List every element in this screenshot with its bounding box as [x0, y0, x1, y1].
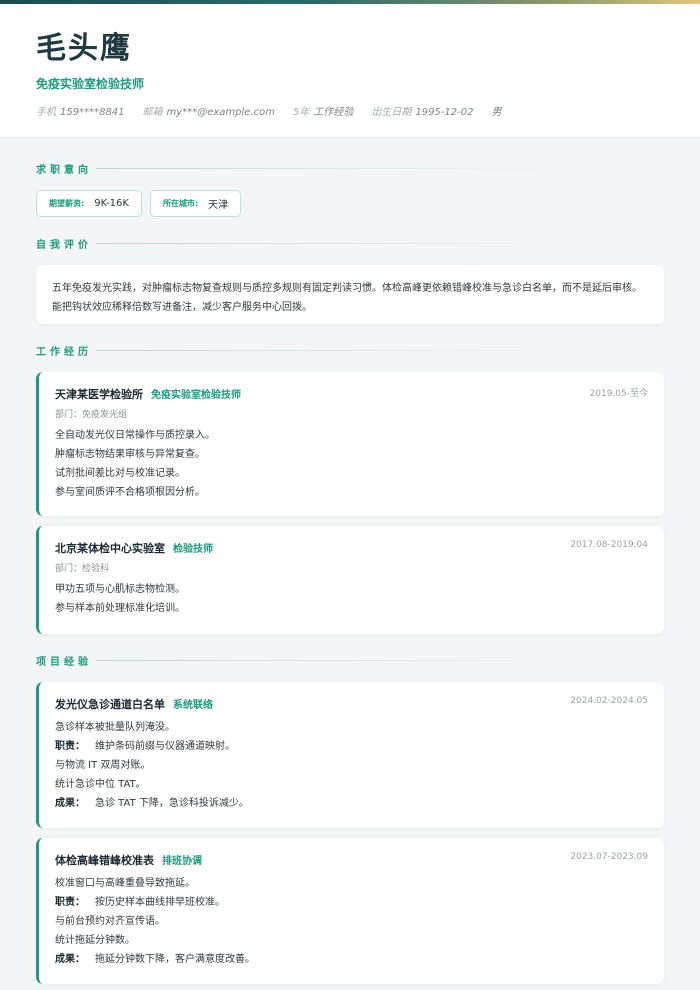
work-duties: 甲功五项与心肌标志物检测。 参与样本前处理标准化培训。: [55, 580, 649, 618]
project-duty: 职责： 维护条码前缀与仪器通道映射。: [55, 741, 235, 752]
project-result: 成果： 拖延分钟数下降，客户满意度改善。: [55, 954, 255, 965]
duty-line: 肿瘤标志物结果审核与异常复查。: [55, 449, 205, 460]
project-date: 2023.07-2023.09: [570, 852, 648, 862]
self-evaluation-card: 五年免疫发光实践，对肿瘤标志物复查规则与质控多规则有固定判读习惯。体检高峰更依赖…: [36, 265, 664, 324]
work-date: 2017.08-2019.04: [570, 540, 648, 550]
phone-field: 手机 159****8841: [36, 107, 125, 118]
section-title-projects: 项目经验: [36, 653, 664, 668]
work-entry: 天津某医学检验所 免疫实验室检验技师 2019.05-至今 部门：免疫发光组 全…: [36, 372, 664, 516]
project-result: 成果： 急诊 TAT 下降，急诊科投诉减少。: [55, 798, 249, 809]
duty-line: 甲功五项与心肌标志物检测。: [55, 584, 185, 595]
job-intent-chips: 期望薪资: 9K-16K 所在城市: 天津: [36, 190, 664, 217]
project-background: 急诊样本被批量队列淹没。: [55, 722, 175, 733]
project-extra: 统计拖延分钟数。: [55, 935, 135, 946]
section-title-work: 工作经历: [36, 343, 664, 358]
duty-line: 参与样本前处理标准化培训。: [55, 603, 185, 614]
candidate-title: 免疫实验室检验技师: [36, 77, 145, 91]
project-date: 2024.02-2024.05: [570, 696, 648, 706]
project-entry: 发光仪急诊通道白名单 系统联络 2024.02-2024.05 急诊样本被批量队…: [36, 682, 664, 828]
work-role: 免疫实验室检验技师: [151, 390, 241, 401]
gender-field: 男: [491, 107, 502, 118]
project-details: 急诊样本被批量队列淹没。 职责： 维护条码前缀与仪器通道映射。 与物流 IT 双周…: [55, 718, 649, 813]
project-extra: 统计急诊中位 TAT。: [55, 779, 146, 790]
section-title-summary: 自我评价: [36, 236, 664, 251]
duty-line: 参与室间质评不合格项根因分析。: [55, 487, 205, 498]
work-role: 检验技师: [173, 544, 213, 555]
project-extra: 与前台预约对齐宣传语。: [55, 916, 165, 927]
project-role: 系统联络: [173, 700, 213, 711]
project-duty: 职责： 按历史样本曲线排早班校准。: [55, 897, 225, 908]
project-details: 校准窗口与高峰重叠导致拖延。 职责： 按历史样本曲线排早班校准。 与前台预约对齐宣…: [55, 874, 649, 969]
project-role: 排班协调: [162, 856, 202, 867]
project-entry: 体检高峰错峰校准表 排班协调 2023.07-2023.09 校准窗口与高峰重叠…: [36, 838, 664, 984]
work-entry: 北京某体检中心实验室 检验技师 2017.08-2019.04 部门：检验科 甲…: [36, 526, 664, 634]
work-duties: 全自动发光仪日常操作与质控录入。 肿瘤标志物结果审核与异常复查。 试剂批间差比对…: [55, 426, 649, 502]
contact-meta: 手机 159****8841 邮箱 my***@example.com 5年 工作经验…: [36, 106, 664, 120]
work-org: 北京某体检中心实验室: [55, 542, 165, 555]
project-extra: 与物流 IT 双周对账。: [55, 760, 151, 771]
city-chip: 所在城市: 天津: [149, 190, 242, 217]
work-org: 天津某医学检验所: [55, 388, 143, 401]
project-name: 体检高峰错峰校准表: [55, 854, 154, 867]
duty-line: 全自动发光仪日常操作与质控录入。: [55, 430, 215, 441]
work-department: 部门：检验科: [55, 564, 110, 574]
resume-header: 毛头鹰 免疫实验室检验技师 手机 159****8841 邮箱 my***@exam…: [0, 4, 700, 138]
project-background: 校准窗口与高峰重叠导致拖延。: [55, 878, 195, 889]
candidate-name: 毛头鹰: [36, 31, 132, 66]
birthdate-field: 出生日期 1995-12-02: [371, 107, 474, 118]
duty-line: 试剂批间差比对与校准记录。: [55, 468, 185, 479]
salary-chip: 期望薪资: 9K-16K: [36, 190, 142, 217]
work-department: 部门：免疫发光组: [55, 410, 128, 420]
project-name: 发光仪急诊通道白名单: [55, 698, 165, 711]
work-date: 2019.05-至今: [589, 389, 648, 399]
section-title-intent: 求职意向: [36, 161, 664, 176]
email-field: 邮箱 my***@example.com: [142, 107, 275, 118]
experience-years-field: 5年 工作经验: [292, 107, 354, 118]
